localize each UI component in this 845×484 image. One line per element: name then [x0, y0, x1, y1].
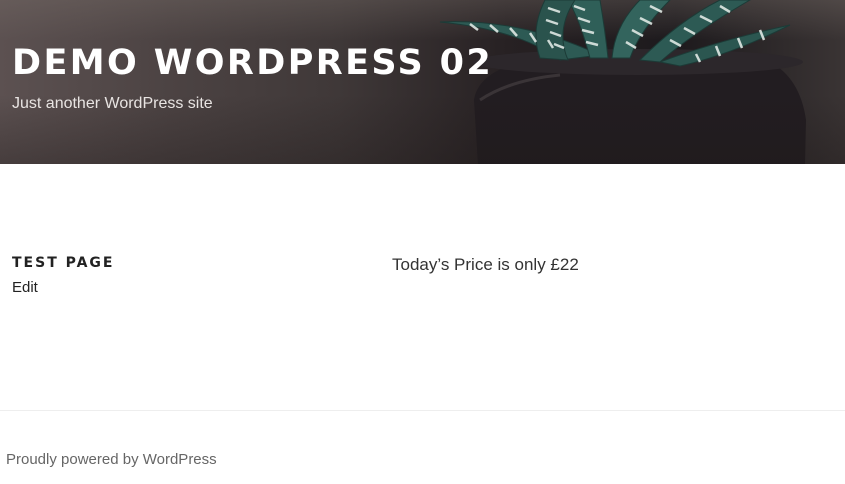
site-header: DEMO WORDPRESS 02 Just another WordPress… [0, 0, 845, 164]
page: DEMO WORDPRESS 02 Just another WordPress… [0, 0, 845, 484]
footer-credit-link[interactable]: Proudly powered by WordPress [6, 451, 217, 468]
footer-divider [0, 410, 845, 411]
edit-link[interactable]: Edit [12, 279, 38, 296]
page-title: TEST PAGE [12, 255, 115, 271]
site-tagline: Just another WordPress site [12, 95, 213, 112]
site-title[interactable]: DEMO WORDPRESS 02 [12, 46, 493, 81]
page-body-text: Today’s Price is only £22 [392, 255, 579, 274]
